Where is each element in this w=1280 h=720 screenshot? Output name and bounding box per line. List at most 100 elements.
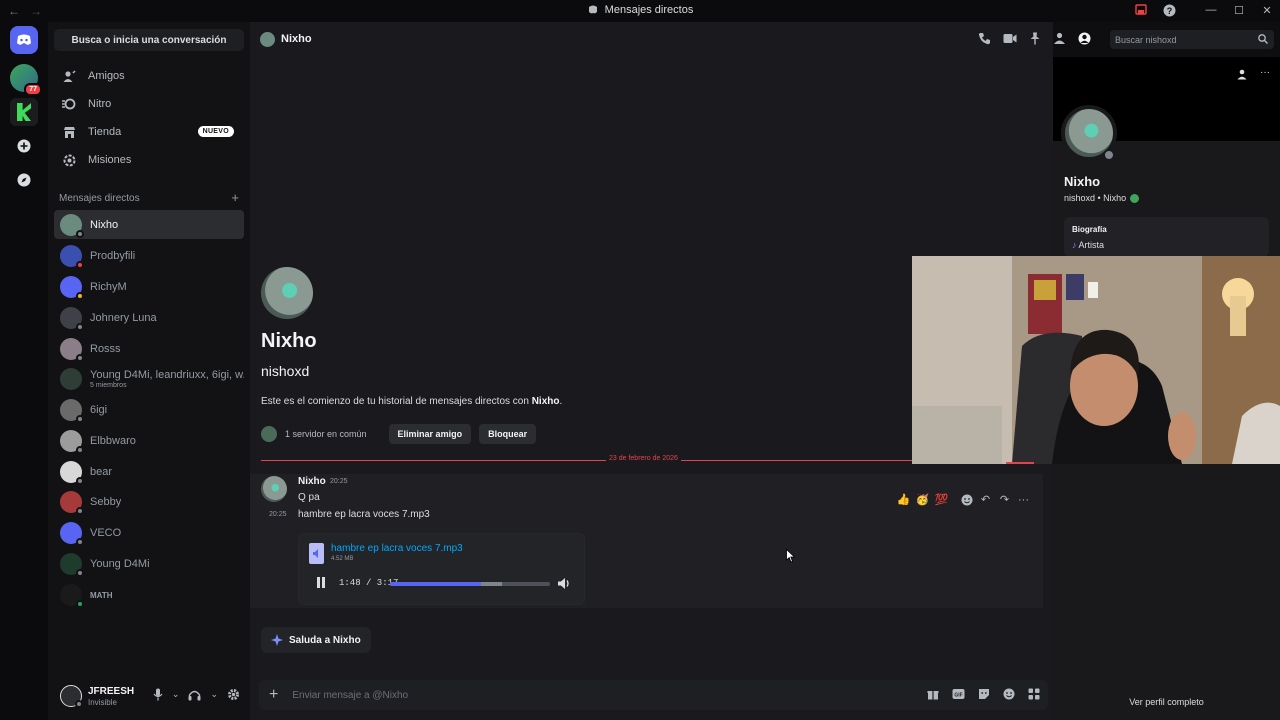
more-options-icon[interactable]: ··· bbox=[1016, 492, 1031, 507]
message-author[interactable]: Nixho bbox=[298, 476, 326, 487]
dm-item[interactable]: VECO bbox=[54, 518, 244, 547]
dm-item[interactable]: MATH bbox=[54, 580, 244, 609]
video-call-icon[interactable] bbox=[1003, 33, 1017, 44]
svg-text:?: ? bbox=[1166, 6, 1172, 16]
forward-message-icon[interactable]: ↷ bbox=[997, 492, 1012, 507]
voice-call-icon[interactable] bbox=[978, 32, 991, 45]
chat-header-toolbar bbox=[978, 32, 1091, 45]
gif-icon[interactable]: GIF bbox=[952, 688, 965, 700]
audio-file-name[interactable]: hambre ep lacra voces 7.mp3 bbox=[331, 543, 463, 554]
sticker-icon[interactable] bbox=[978, 688, 990, 700]
svg-text:GIF: GIF bbox=[954, 693, 962, 699]
close-icon[interactable]: ✕ bbox=[1260, 3, 1274, 17]
nav-friends[interactable]: Amigos bbox=[54, 63, 244, 89]
server-icon-1[interactable]: 77 bbox=[10, 64, 42, 96]
dm-item[interactable]: Sebby bbox=[54, 487, 244, 516]
forward-icon[interactable]: → bbox=[30, 4, 42, 18]
intro-avatar[interactable] bbox=[261, 267, 313, 319]
date-divider-label: 23 de febrero de 2026 bbox=[606, 455, 681, 462]
dm-avatar bbox=[60, 583, 84, 608]
dm-item[interactable]: Prodbyfili bbox=[54, 241, 244, 270]
user-profile-toggle-icon[interactable] bbox=[1078, 32, 1091, 45]
add-server-button[interactable] bbox=[10, 132, 38, 160]
add-friend-icon[interactable] bbox=[1237, 69, 1248, 80]
nav-quests[interactable]: Misiones bbox=[54, 147, 244, 173]
bio-card: Biografía ♪ Artista bbox=[1064, 217, 1269, 257]
user-info[interactable]: JFREESH Invisible bbox=[88, 686, 134, 707]
dm-item[interactable]: Young D4Mi bbox=[54, 549, 244, 578]
title-bar: ← → Mensajes directos ? — ☐ ✕ bbox=[0, 0, 1280, 22]
pause-icon[interactable] bbox=[315, 577, 327, 589]
headphones-icon[interactable] bbox=[188, 689, 201, 701]
create-dm-icon[interactable]: + bbox=[231, 191, 239, 204]
discover-button[interactable] bbox=[10, 166, 38, 194]
dm-item[interactable]: Elbbwaro bbox=[54, 426, 244, 455]
help-icon[interactable]: ? bbox=[1162, 3, 1176, 17]
nav-nitro[interactable]: Nitro bbox=[54, 91, 244, 117]
gift-icon[interactable] bbox=[927, 688, 939, 700]
emoji-icon[interactable] bbox=[1003, 688, 1015, 700]
message-text-2: hambre ep lacra voces 7.mp3 bbox=[298, 509, 430, 520]
mention-badge: 77 bbox=[24, 83, 42, 96]
dm-avatar bbox=[60, 552, 84, 577]
webcam-overlay bbox=[912, 256, 1280, 464]
dm-name: Johnery Luna bbox=[90, 311, 157, 324]
dm-item[interactable]: Johnery Luna bbox=[54, 303, 244, 332]
dm-item[interactable]: Young D4Mi, leandriuxx, 6igi, w... 5 miem… bbox=[54, 364, 244, 393]
block-button[interactable]: Bloquear bbox=[479, 424, 537, 444]
dm-item[interactable]: Nixho bbox=[54, 210, 244, 239]
mutual-server-avatar[interactable] bbox=[261, 426, 277, 442]
mic-options-chevron-icon[interactable]: ⌄ bbox=[172, 689, 180, 700]
nav-shop[interactable]: Tienda NUEVO bbox=[54, 119, 244, 145]
server-icon-2[interactable] bbox=[10, 98, 38, 126]
microphone-icon[interactable] bbox=[153, 688, 163, 701]
add-reaction-icon[interactable] bbox=[959, 492, 974, 507]
dm-status-dot bbox=[76, 291, 84, 300]
remove-friend-button[interactable]: Eliminar amigo bbox=[388, 424, 472, 444]
new-badge: NUEVO bbox=[197, 126, 234, 137]
profile-status-dot bbox=[1103, 149, 1115, 161]
reaction-thumbs-up[interactable]: 👍 bbox=[896, 492, 911, 507]
find-conversation-button[interactable]: Busca o inicia una conversación bbox=[54, 29, 244, 51]
apps-icon[interactable] bbox=[1028, 688, 1040, 700]
reaction-hundred[interactable]: 💯 bbox=[934, 492, 949, 507]
user-avatar[interactable] bbox=[60, 685, 83, 708]
message-avatar[interactable] bbox=[261, 476, 287, 502]
reaction-party[interactable]: 🥳 bbox=[915, 492, 930, 507]
message-input[interactable]: Enviar mensaje a @Nixho bbox=[292, 690, 408, 701]
attach-plus-icon[interactable]: + bbox=[269, 687, 278, 703]
dm-item[interactable]: RichyM bbox=[54, 272, 244, 301]
dm-avatar bbox=[60, 521, 84, 546]
inbox-icon[interactable] bbox=[1134, 3, 1148, 17]
dm-status-dot bbox=[76, 506, 84, 515]
channel-name[interactable]: Nixho bbox=[281, 33, 312, 45]
user-status-dot bbox=[75, 700, 83, 708]
add-friends-to-dm-icon[interactable] bbox=[1053, 32, 1066, 45]
dm-item[interactable]: bear bbox=[54, 457, 244, 486]
dm-avatar bbox=[60, 398, 84, 423]
bio-title: Biografía bbox=[1072, 225, 1107, 234]
audio-progress-bar[interactable] bbox=[390, 582, 550, 586]
user-panel: JFREESH Invisible ⌄ ⌄ bbox=[48, 672, 250, 720]
maximize-icon[interactable]: ☐ bbox=[1232, 3, 1246, 17]
server-2-logo-icon bbox=[17, 103, 31, 121]
nitro-icon bbox=[62, 97, 76, 111]
search-input[interactable]: Buscar nishoxd bbox=[1110, 30, 1274, 49]
dm-item[interactable]: Rosss bbox=[54, 334, 244, 363]
volume-icon[interactable] bbox=[557, 577, 571, 590]
dm-avatar bbox=[60, 306, 84, 331]
home-button[interactable] bbox=[10, 26, 38, 54]
dm-item[interactable]: 6igi bbox=[54, 395, 244, 424]
settings-gear-icon[interactable] bbox=[227, 688, 240, 701]
back-icon[interactable]: ← bbox=[8, 4, 20, 18]
wave-button[interactable]: Saluda a Nixho bbox=[261, 627, 371, 653]
view-full-profile-link[interactable]: Ver perfil completo bbox=[1053, 697, 1280, 707]
minimize-icon[interactable]: — bbox=[1204, 3, 1218, 17]
dm-name: Rosss bbox=[90, 342, 121, 355]
dm-text: RichyM bbox=[90, 281, 127, 293]
reply-icon[interactable]: ↶ bbox=[978, 492, 993, 507]
mutual-servers[interactable]: 1 servidor en común bbox=[285, 429, 367, 439]
audio-options-chevron-icon[interactable]: ⌄ bbox=[210, 689, 218, 700]
profile-more-icon[interactable]: ··· bbox=[1260, 68, 1270, 80]
pinned-messages-icon[interactable] bbox=[1029, 32, 1041, 45]
